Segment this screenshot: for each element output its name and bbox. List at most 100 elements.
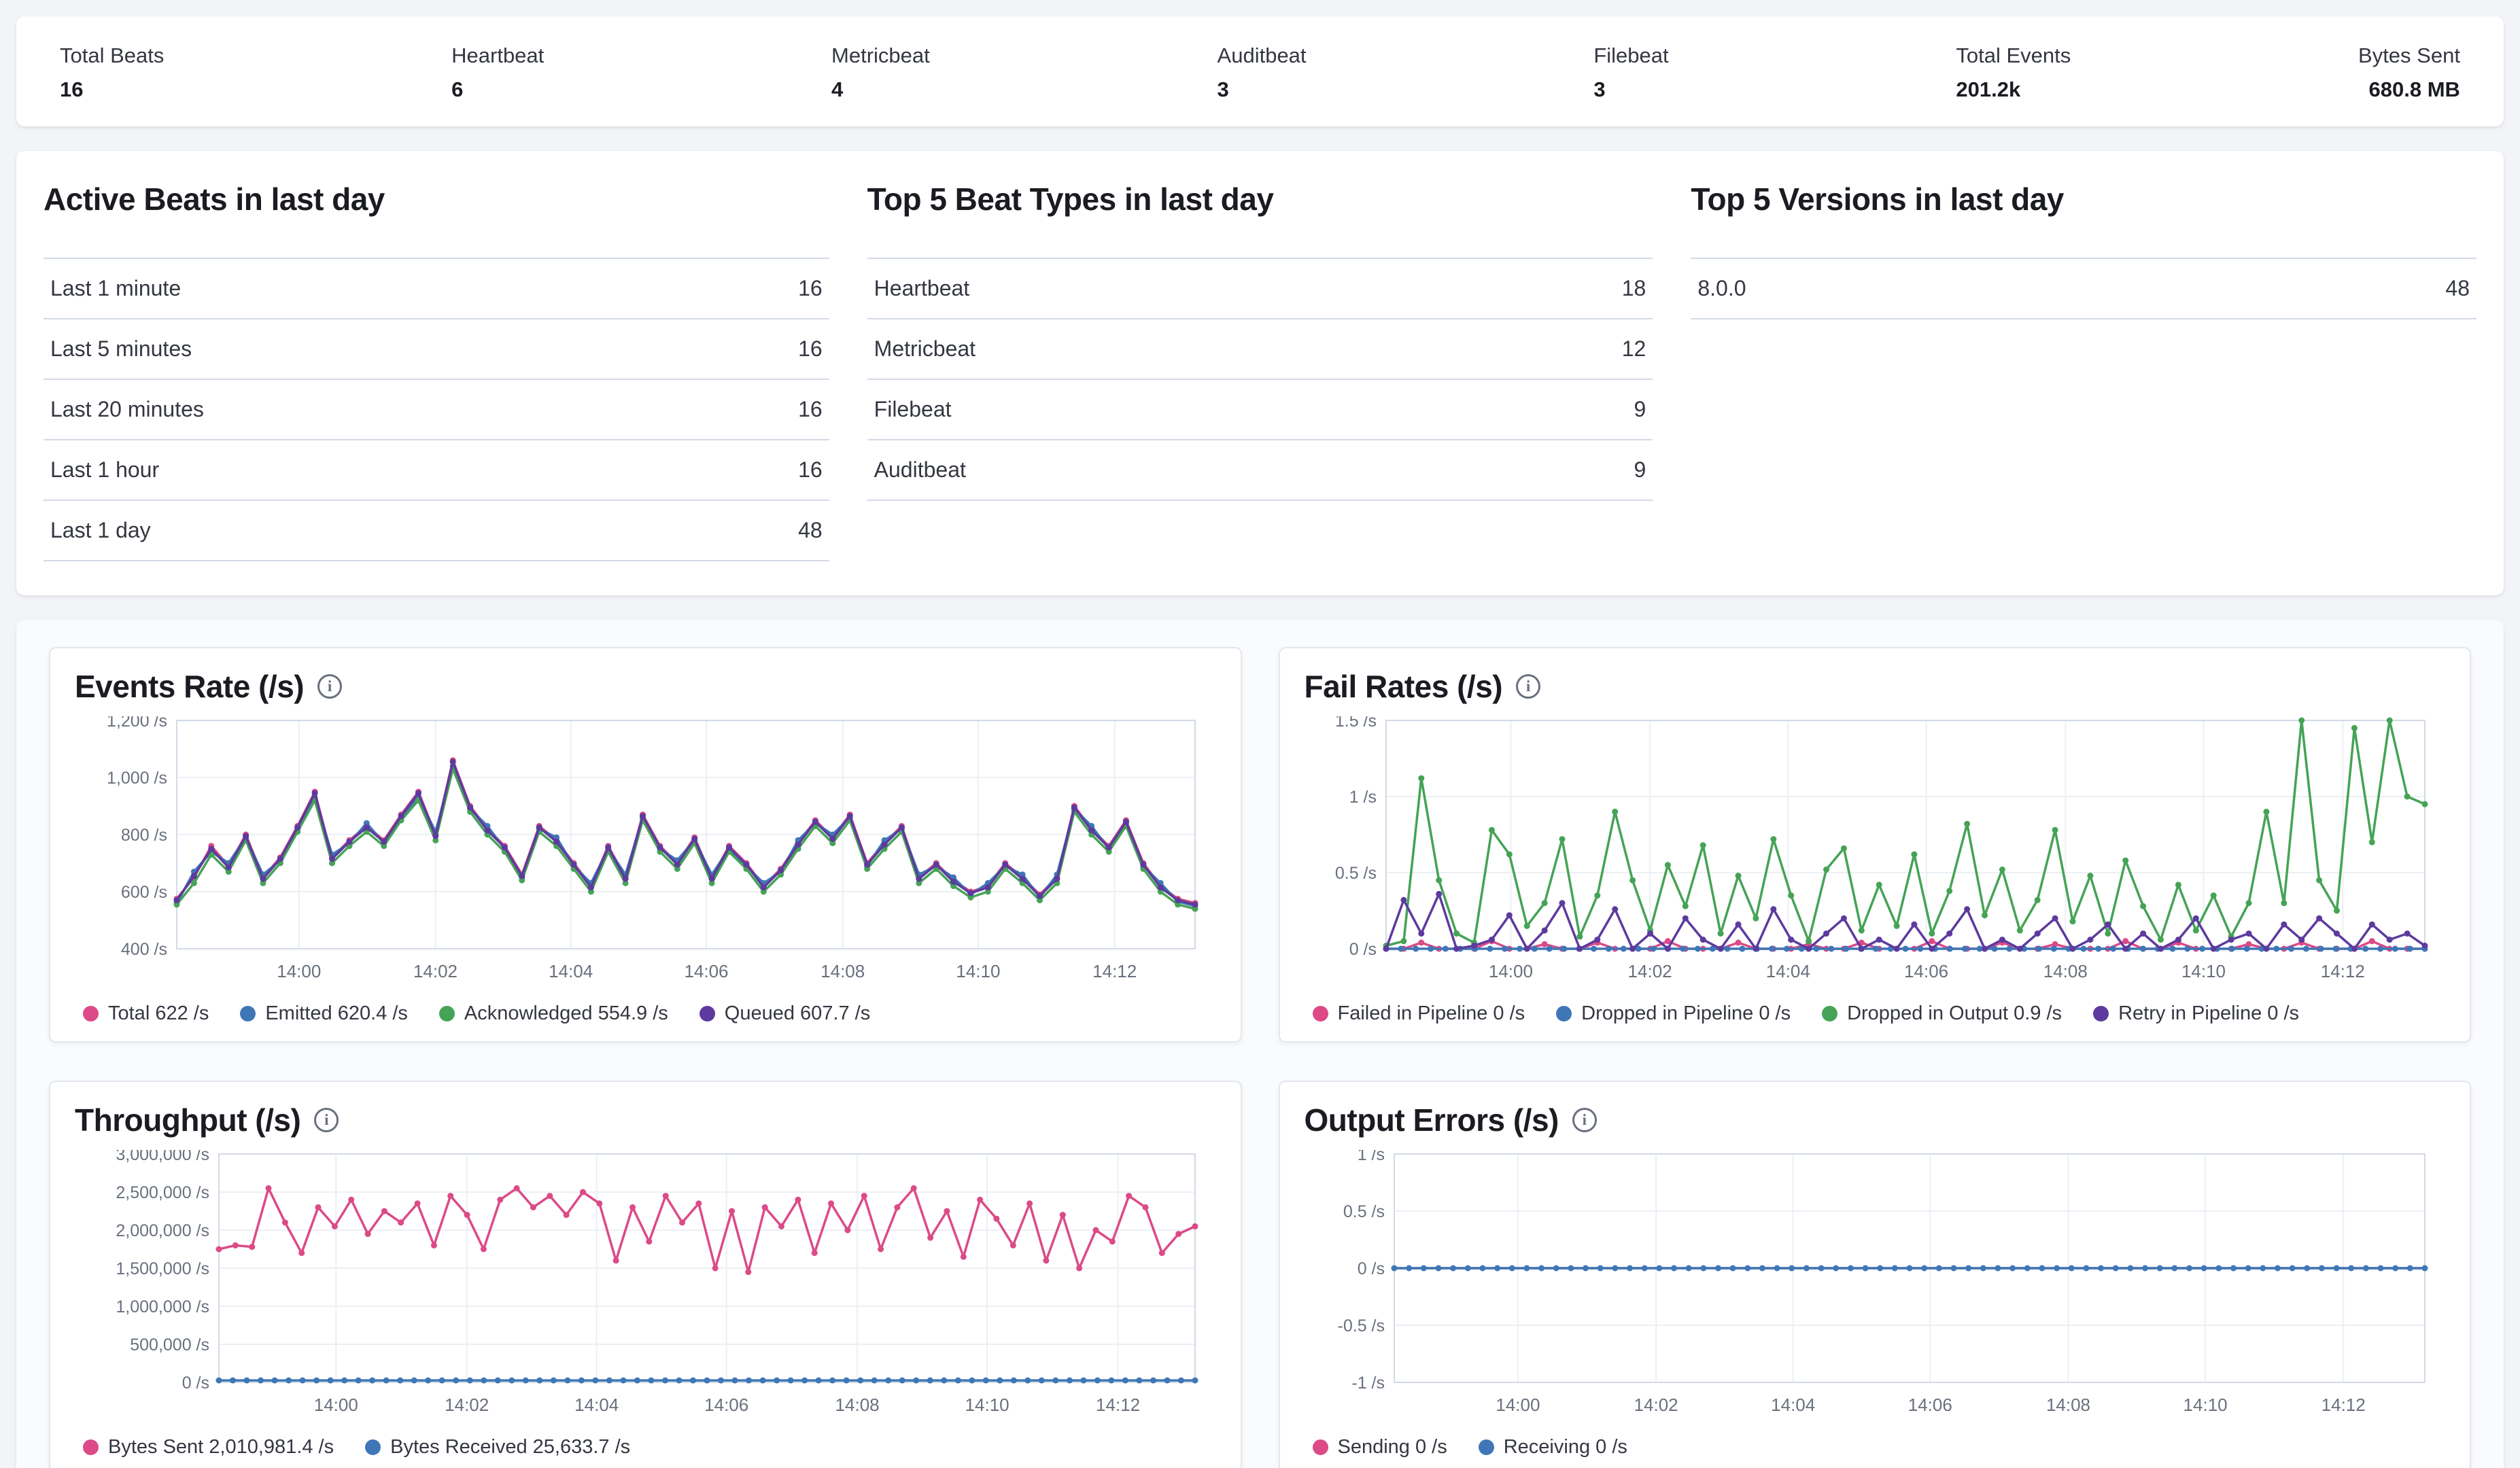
svg-text:14:08: 14:08 [835, 1395, 880, 1415]
stat-label: Total Events [1956, 43, 2071, 68]
row-value: 9 [1459, 379, 1653, 440]
legend-color-dot [1556, 1006, 1572, 1021]
legend-label: Bytes Received 25,633.7 /s [390, 1436, 630, 1458]
svg-text:14:12: 14:12 [1096, 1395, 1140, 1415]
panel-title: Top 5 Versions in last day [1691, 181, 2476, 218]
legend-item-emitted[interactable]: Emitted 620.4 /s [240, 1002, 408, 1025]
svg-text:1 /s: 1 /s [1357, 1150, 1384, 1164]
row-value: 12 [1459, 319, 1653, 379]
svg-text:14:02: 14:02 [1634, 1395, 1678, 1415]
info-icon[interactable]: i [317, 674, 342, 699]
row-value: 16 [685, 440, 829, 500]
svg-text:800 /s: 800 /s [121, 826, 167, 845]
svg-text:14:00: 14:00 [314, 1395, 358, 1415]
legend-color-dot [1822, 1006, 1837, 1021]
summary-stat-total-events: Total Events201.2k [1956, 43, 2071, 102]
legend-color-dot [439, 1006, 455, 1021]
table-panel: Top 5 Beat Types in last dayHeartbeat18M… [867, 181, 1653, 561]
row-value: 9 [1459, 440, 1653, 500]
legend-item-total[interactable]: Total 622 /s [83, 1002, 209, 1025]
legend-label: Failed in Pipeline 0 /s [1338, 1002, 1525, 1025]
table-row: Last 1 day48 [44, 500, 829, 561]
legend-item-queued[interactable]: Queued 607.7 /s [700, 1002, 870, 1025]
row-label: Last 1 minute [44, 258, 685, 319]
info-icon[interactable]: i [1572, 1108, 1597, 1132]
info-icon[interactable]: i [1516, 674, 1540, 699]
svg-text:14:02: 14:02 [413, 961, 458, 981]
legend-label: Emitted 620.4 /s [265, 1002, 408, 1025]
legend-item-failed-in-pipeline[interactable]: Failed in Pipeline 0 /s [1313, 1002, 1525, 1025]
data-table: Heartbeat18Metricbeat12Filebeat9Auditbea… [867, 258, 1653, 501]
chart-legend: Sending 0 /s Receiving 0 /s [1305, 1436, 2446, 1458]
legend-item-retry-in-pipeline[interactable]: Retry in Pipeline 0 /s [2093, 1002, 2299, 1025]
svg-text:1,000 /s: 1,000 /s [107, 769, 167, 788]
svg-text:14:00: 14:00 [1488, 961, 1532, 981]
svg-text:14:10: 14:10 [965, 1395, 1009, 1415]
svg-text:14:00: 14:00 [277, 961, 321, 981]
svg-text:14:06: 14:06 [1908, 1395, 1952, 1415]
summary-stat-heartbeat: Heartbeat6 [451, 43, 544, 102]
svg-text:14:12: 14:12 [2320, 961, 2364, 981]
chart-card-throughput-s: Throughput (/s)i0 /s500,000 /s1,000,000 … [49, 1081, 1242, 1468]
row-label: Auditbeat [867, 440, 1459, 500]
legend-item-bytes-sent[interactable]: Bytes Sent 2,010,981.4 /s [83, 1436, 334, 1458]
svg-text:14:06: 14:06 [684, 961, 728, 981]
table-row: Metricbeat12 [867, 319, 1653, 379]
svg-text:0.5 /s: 0.5 /s [1334, 864, 1376, 883]
charts-section: Events Rate (/s)i400 /s600 /s800 /s1,000… [16, 620, 2504, 1468]
legend-item-bytes-received[interactable]: Bytes Received 25,633.7 /s [365, 1436, 630, 1458]
svg-text:14:08: 14:08 [2046, 1395, 2090, 1415]
legend-color-dot [1313, 1006, 1328, 1021]
chart-legend: Total 622 /s Emitted 620.4 /s Acknowledged… [75, 1002, 1216, 1025]
svg-text:0 /s: 0 /s [1357, 1259, 1384, 1278]
legend-label: Acknowledged 554.9 /s [464, 1002, 668, 1025]
svg-text:14:04: 14:04 [574, 1395, 619, 1415]
table-row: Last 1 minute16 [44, 258, 829, 319]
summary-bar: Total Beats16Heartbeat6Metricbeat4Auditb… [16, 16, 2504, 126]
svg-text:1.5 /s: 1.5 /s [1334, 716, 1376, 731]
chart-title: Output Errors (/s) [1305, 1102, 1559, 1138]
svg-text:0 /s: 0 /s [182, 1374, 209, 1393]
chart-plot[interactable]: -1 /s-0.5 /s0 /s0.5 /s1 /s14:0014:0214:0… [1305, 1150, 2445, 1430]
legend-label: Queued 607.7 /s [725, 1002, 870, 1025]
legend-label: Total 622 /s [108, 1002, 209, 1025]
legend-item-dropped-in-pipeline[interactable]: Dropped in Pipeline 0 /s [1556, 1002, 1791, 1025]
table-row: 8.0.048 [1691, 258, 2476, 319]
row-label: Last 20 minutes [44, 379, 685, 440]
row-label: Last 5 minutes [44, 319, 685, 379]
svg-text:1,500,000 /s: 1,500,000 /s [116, 1259, 209, 1278]
svg-text:14:10: 14:10 [2183, 1395, 2227, 1415]
summary-stat-filebeat: Filebeat3 [1593, 43, 1668, 102]
legend-color-dot [365, 1439, 381, 1455]
svg-text:400 /s: 400 /s [121, 940, 167, 959]
chart-card-output-errors-s: Output Errors (/s)i-1 /s-0.5 /s0 /s0.5 /… [1279, 1081, 2472, 1468]
svg-text:2,500,000 /s: 2,500,000 /s [116, 1183, 209, 1202]
summary-stat-bytes-sent: Bytes Sent680.8 MB [2358, 43, 2460, 102]
chart-title-row: Throughput (/s)i [75, 1102, 1216, 1138]
chart-plot[interactable]: 400 /s600 /s800 /s1,000 /s1,200 /s14:001… [75, 716, 1215, 996]
row-label: 8.0.0 [1691, 258, 2179, 319]
info-icon[interactable]: i [314, 1108, 339, 1132]
legend-color-dot [240, 1006, 256, 1021]
svg-text:14:06: 14:06 [704, 1395, 748, 1415]
chart-plot[interactable]: 0 /s500,000 /s1,000,000 /s1,500,000 /s2,… [75, 1150, 1215, 1430]
chart-title: Fail Rates (/s) [1305, 669, 1503, 704]
table-panel: Top 5 Versions in last day 8.0.048 [1691, 181, 2476, 561]
chart-plot[interactable]: 0 /s0.5 /s1 /s1.5 /s14:0014:0214:0414:06… [1305, 716, 2445, 996]
svg-text:14:08: 14:08 [2043, 961, 2087, 981]
summary-stat-metricbeat: Metricbeat4 [831, 43, 930, 102]
svg-text:0 /s: 0 /s [1349, 940, 1376, 959]
legend-item-acknowledged[interactable]: Acknowledged 554.9 /s [439, 1002, 668, 1025]
row-label: Last 1 hour [44, 440, 685, 500]
svg-text:14:08: 14:08 [821, 961, 865, 981]
stat-label: Total Beats [60, 43, 164, 68]
svg-text:0.5 /s: 0.5 /s [1343, 1202, 1384, 1221]
table-row: Auditbeat9 [867, 440, 1653, 500]
row-label: Filebeat [867, 379, 1459, 440]
legend-item-receiving[interactable]: Receiving 0 /s [1479, 1436, 1627, 1458]
svg-text:14:02: 14:02 [445, 1395, 489, 1415]
legend-item-sending[interactable]: Sending 0 /s [1313, 1436, 1447, 1458]
stat-label: Metricbeat [831, 43, 930, 68]
legend-item-dropped-in-output[interactable]: Dropped in Output 0.9 /s [1822, 1002, 2062, 1025]
legend-color-dot [700, 1006, 715, 1021]
